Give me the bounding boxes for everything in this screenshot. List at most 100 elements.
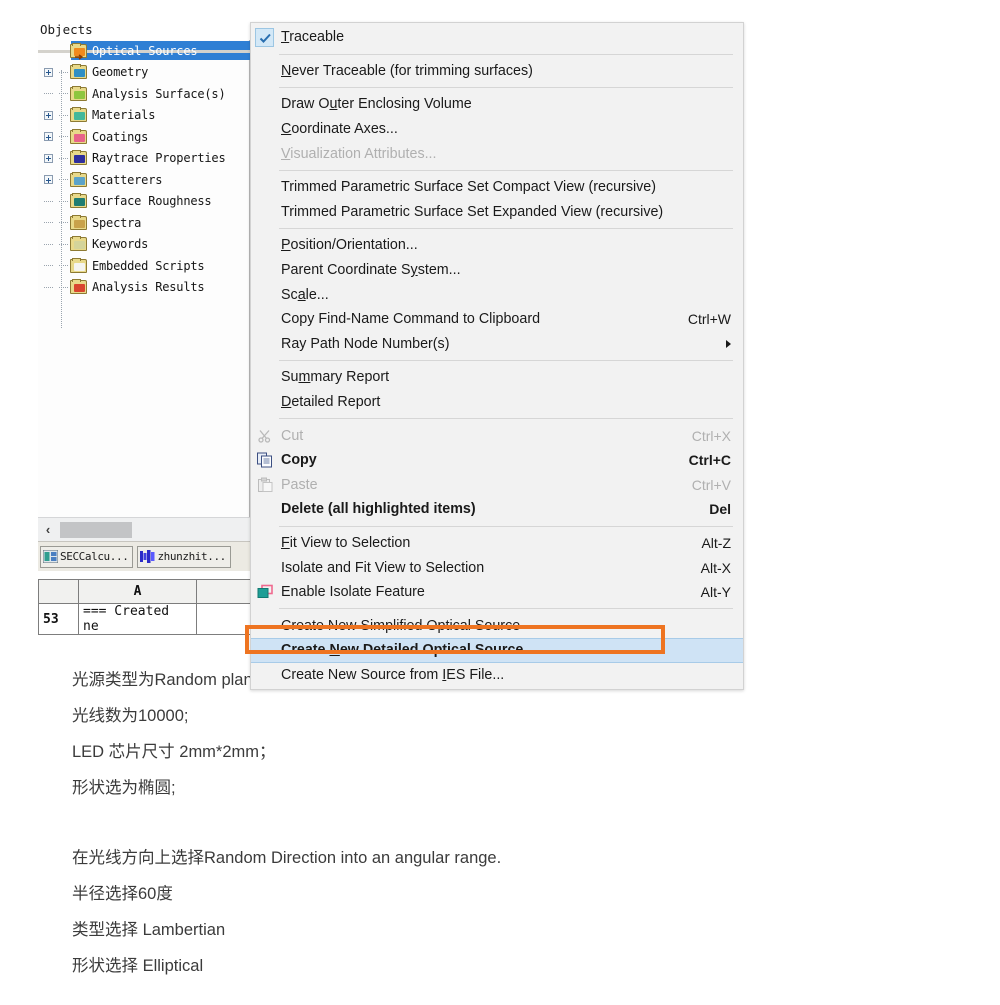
- tree-item-embedded-scripts[interactable]: Embedded Scripts: [38, 255, 249, 277]
- menu-item-shortcut: Ctrl+C: [688, 452, 731, 469]
- menu-item-shortcut: Alt-Z: [701, 534, 731, 551]
- folder-raytrace-icon: [70, 150, 87, 166]
- tree-expand-toggle[interactable]: [40, 169, 56, 191]
- tree-item-label: Optical Sources: [92, 43, 198, 58]
- objects-tree-panel[interactable]: Optical Sources Geometry Analysis Surface(…: [38, 40, 250, 544]
- tree-item-label: Analysis Surface(s): [92, 86, 226, 101]
- menu-item-copy-find-name-command[interactable]: Copy Find-Name Command to Clipboard Ctrl+…: [251, 307, 743, 332]
- menu-item-delete[interactable]: Delete (all highlighted items) Del: [251, 497, 743, 522]
- tree-item-geometry[interactable]: Geometry: [38, 62, 249, 84]
- note-line: 形状选为椭圆;: [72, 779, 176, 797]
- tree-item-scatterers[interactable]: Scatterers: [38, 169, 249, 191]
- expand-plus-icon[interactable]: [43, 110, 53, 120]
- scroll-left-arrow-icon[interactable]: ‹: [38, 519, 58, 541]
- taskbar-button-label: zhunzhit...: [157, 550, 226, 563]
- menu-separator: [279, 525, 733, 527]
- folder-scatter-icon: [70, 171, 87, 187]
- menu-item-tps-expanded-view[interactable]: Trimmed Parametric Surface Set Expanded …: [251, 200, 743, 225]
- menu-item-label: Position/Orientation...: [281, 237, 418, 254]
- expand-plus-icon[interactable]: [43, 153, 53, 163]
- tree-connector: [40, 277, 56, 299]
- horizontal-scrollbar[interactable]: ‹: [38, 517, 250, 541]
- checkbox-checked-icon[interactable]: [255, 28, 274, 47]
- menu-item-tps-compact-view[interactable]: Trimmed Parametric Surface Set Compact V…: [251, 175, 743, 200]
- folder-coating-icon: [70, 128, 87, 144]
- tree-item-analysis-surface-s[interactable]: Analysis Surface(s): [38, 83, 249, 105]
- menu-item-paste: Paste Ctrl+V: [251, 473, 743, 498]
- tree-item-label: Scatterers: [92, 172, 163, 187]
- tree-item-materials[interactable]: Materials: [38, 105, 249, 127]
- tree-item-label: Keywords: [92, 237, 149, 252]
- spreadsheet-app-icon: [42, 549, 59, 564]
- tree-indent: [56, 277, 70, 299]
- menu-item-never-traceable[interactable]: Never Traceable (for trimming surfaces): [251, 59, 743, 84]
- menu-item-visualization-attributes: Visualization Attributes...: [251, 141, 743, 166]
- tree-connector-icon: [43, 222, 53, 224]
- menu-item-enable-isolate-feature[interactable]: Enable Isolate Feature Alt-Y: [251, 580, 743, 605]
- expand-plus-icon[interactable]: [43, 67, 53, 77]
- tree-item-spectra[interactable]: Spectra: [38, 212, 249, 234]
- tree-expand-toggle[interactable]: [40, 126, 56, 148]
- menu-item-label: Copy Find-Name Command to Clipboard: [281, 311, 541, 328]
- tree-indent: [56, 212, 70, 234]
- expand-plus-icon[interactable]: [43, 132, 53, 142]
- taskbar-button-1[interactable]: SECCalcu...: [40, 545, 134, 568]
- menu-item-scale[interactable]: Scale...: [251, 282, 743, 307]
- menu-item-detailed-report[interactable]: Detailed Report: [251, 390, 743, 415]
- menu-item-label: Ray Path Node Number(s): [281, 335, 450, 352]
- expand-plus-icon[interactable]: [43, 175, 53, 185]
- menu-item-create-new-simplified-optical-source[interactable]: Create New Simplified Optical Source: [251, 613, 743, 638]
- menu-item-create-new-source-from-ies-file[interactable]: Create New Source from IES File...: [251, 663, 743, 688]
- menu-item-label: Detailed Report: [281, 394, 381, 411]
- tree-item-analysis-results[interactable]: Analysis Results: [38, 277, 249, 299]
- tree-indent: [56, 83, 70, 105]
- menu-item-traceable[interactable]: Traceable: [251, 25, 743, 50]
- note-spacer: [72, 806, 932, 840]
- tree-connector-icon: [58, 200, 68, 202]
- tree-connector: [40, 83, 56, 105]
- menu-separator: [279, 53, 733, 55]
- menu-item-isolate-and-fit-view[interactable]: Isolate and Fit View to Selection Alt-X: [251, 555, 743, 580]
- menu-item-copy[interactable]: Copy Ctrl+C: [251, 448, 743, 473]
- tree-item-keywords[interactable]: Keywords: [38, 234, 249, 256]
- context-menu[interactable]: Traceable Never Traceable (for trimming s…: [250, 22, 744, 691]
- menu-item-label: Fit View to Selection: [281, 534, 411, 551]
- tree-item-surface-roughness[interactable]: Surface Roughness: [38, 191, 249, 213]
- tree-indent: [56, 169, 70, 191]
- menu-item-coordinate-axes[interactable]: Coordinate Axes...: [251, 117, 743, 142]
- isolate-icon: [257, 584, 274, 600]
- taskbar-button-2[interactable]: zhunzhit...: [137, 545, 231, 568]
- scrollbar-thumb[interactable]: [60, 521, 132, 538]
- tree-indent: [56, 62, 70, 84]
- menu-item-summary-report[interactable]: Summary Report: [251, 365, 743, 390]
- menu-item-position-orientation[interactable]: Position/Orientation...: [251, 233, 743, 258]
- paste-icon: [257, 477, 274, 492]
- folder-arrow-icon: [70, 42, 87, 60]
- folder-roughness-icon: [70, 193, 87, 209]
- tree-expand-toggle[interactable]: [40, 105, 56, 127]
- menu-separator: [279, 608, 733, 610]
- folder-script-icon: [70, 257, 87, 273]
- menu-item-ray-path-node-numbers[interactable]: Ray Path Node Number(s): [251, 332, 743, 357]
- tree-item-label: Coatings: [92, 129, 149, 144]
- tree-expand-toggle[interactable]: [40, 148, 56, 170]
- menu-item-parent-coordinate-system[interactable]: Parent Coordinate System...: [251, 258, 743, 283]
- menu-item-label: Coordinate Axes...: [281, 121, 398, 138]
- scissors-icon: [257, 428, 274, 443]
- menu-item-label: Scale...: [281, 286, 329, 303]
- tree-connector-icon: [43, 265, 53, 267]
- tree-item-raytrace-properties[interactable]: Raytrace Properties: [38, 148, 249, 170]
- sheet-corner-cell[interactable]: [38, 579, 79, 604]
- tree-item-coatings[interactable]: Coatings: [38, 126, 249, 148]
- menu-item-create-new-detailed-optical-source[interactable]: Create New Detailed Optical Source: [251, 638, 743, 663]
- sheet-row-header[interactable]: 53: [38, 603, 79, 635]
- tree-indent: [56, 234, 70, 256]
- sheet-cell[interactable]: === Created ne: [78, 603, 197, 635]
- menu-item-draw-outer-enclosing-volume[interactable]: Draw Outer Enclosing Volume: [251, 92, 743, 117]
- tree-expand-toggle[interactable]: [40, 62, 56, 84]
- menu-item-shortcut: Alt-X: [700, 559, 731, 576]
- menu-item-fit-view-to-selection[interactable]: Fit View to Selection Alt-Z: [251, 531, 743, 556]
- tree-connector-icon: [43, 243, 53, 245]
- sheet-column-header-A[interactable]: A: [78, 579, 197, 604]
- tree-indent: [56, 191, 70, 213]
